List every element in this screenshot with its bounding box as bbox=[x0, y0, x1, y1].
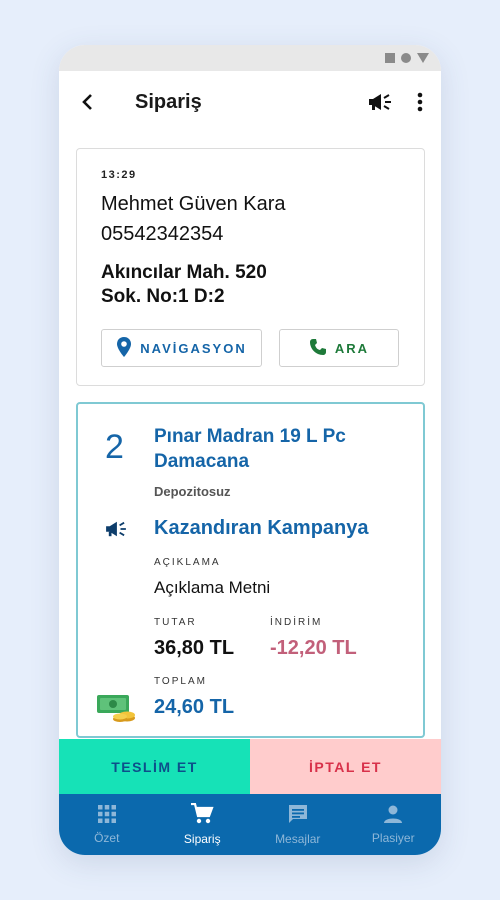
content-area: 13:29 Mehmet Güven Kara 05542342354 Akın… bbox=[59, 133, 441, 739]
triangle-icon bbox=[417, 53, 429, 63]
campaign-title: Kazandıran Kampanya bbox=[154, 517, 369, 539]
product-subtitle: Depozitosuz bbox=[154, 484, 231, 499]
amount-label: TUTAR bbox=[154, 617, 197, 628]
customer-card: 13:29 Mehmet Güven Kara 05542342354 Akın… bbox=[76, 148, 425, 386]
nav-item-siparis[interactable]: Sipariş bbox=[155, 794, 251, 855]
address-line-2: Sok. No:1 D:2 bbox=[101, 286, 225, 307]
amount-value: 36,80 TL bbox=[154, 637, 235, 659]
more-vert-icon[interactable] bbox=[417, 92, 423, 112]
description-label: AÇIKLAMA bbox=[154, 557, 221, 568]
product-quantity: 2 bbox=[105, 428, 124, 466]
nav-item-plasiyer[interactable]: Plasiyer bbox=[346, 794, 442, 855]
location-pin-icon bbox=[116, 336, 132, 361]
deliver-button[interactable]: TESLİM ET bbox=[59, 739, 250, 794]
phone-frame: Sipariş 13:29 Mehmet Güven Kara 05542342… bbox=[59, 45, 441, 855]
money-icon bbox=[96, 693, 138, 728]
nav-label: Özet bbox=[94, 831, 120, 845]
navigation-button[interactable]: NAVİGASYON bbox=[101, 329, 262, 367]
page-title: Sipariş bbox=[135, 90, 202, 113]
product-name: Pınar Madran 19 L Pc Damacana bbox=[154, 426, 346, 472]
nav-label: Mesajlar bbox=[275, 832, 321, 846]
total-label: TOPLAM bbox=[154, 676, 207, 687]
app-bar: Sipariş bbox=[59, 71, 441, 133]
cart-icon bbox=[190, 802, 214, 828]
call-button[interactable]: ARA bbox=[279, 329, 399, 367]
nav-item-ozet[interactable]: Özet bbox=[59, 794, 155, 855]
nav-label: Plasiyer bbox=[371, 831, 415, 845]
message-icon bbox=[287, 803, 309, 828]
person-icon bbox=[383, 804, 403, 827]
cancel-button[interactable]: İPTAL ET bbox=[250, 739, 441, 794]
grid-icon bbox=[97, 804, 117, 827]
customer-address: Akıncılar Mah. 520 Sok. No:1 D:2 bbox=[101, 261, 400, 309]
product-card: 2 Pınar Madran 19 L Pc Damacana Depozito… bbox=[76, 402, 425, 738]
back-arrow-icon[interactable] bbox=[81, 90, 99, 114]
megaphone-icon[interactable] bbox=[367, 92, 393, 112]
nav-item-mesajlar[interactable]: Mesajlar bbox=[250, 794, 346, 855]
bottom-navigation: Özet Sipariş Mesajlar Plasiyer bbox=[59, 794, 441, 855]
navigation-label: NAVİGASYON bbox=[140, 340, 247, 356]
customer-phone: 05542342354 bbox=[101, 223, 224, 245]
address-line-1: Akıncılar Mah. 520 bbox=[101, 262, 267, 283]
discount-value: -12,20 TL bbox=[270, 637, 357, 659]
phone-icon bbox=[309, 338, 327, 359]
order-time: 13:29 bbox=[101, 169, 137, 181]
description-text: Açıklama Metni bbox=[154, 578, 271, 597]
megaphone-icon bbox=[104, 520, 128, 543]
order-actions: TESLİM ET İPTAL ET bbox=[59, 739, 441, 794]
circle-icon bbox=[401, 53, 411, 63]
customer-name: Mehmet Güven Kara bbox=[101, 193, 286, 215]
status-bar bbox=[59, 45, 441, 71]
discount-label: İNDİRİM bbox=[270, 617, 323, 628]
total-value: 24,60 TL bbox=[154, 696, 235, 718]
call-label: ARA bbox=[334, 340, 370, 356]
nav-label: Sipariş bbox=[183, 832, 221, 846]
square-icon bbox=[385, 53, 395, 63]
